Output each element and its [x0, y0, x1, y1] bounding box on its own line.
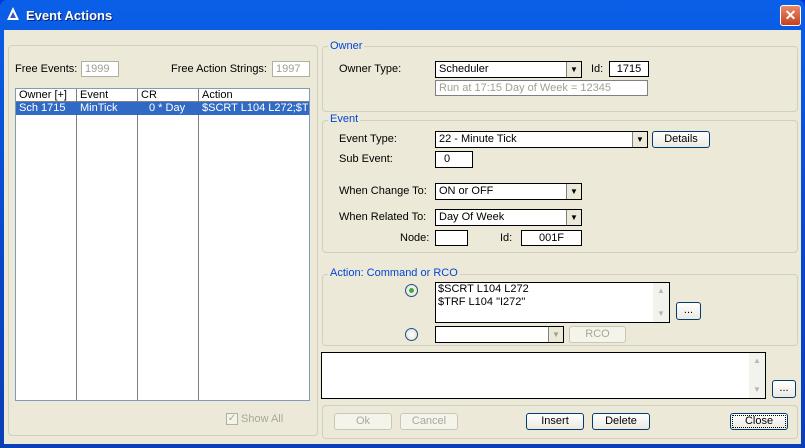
scroll-down-icon[interactable]: ▼ [749, 382, 765, 398]
scroll-up-icon[interactable]: ▲ [653, 283, 669, 299]
sub-event-label: Sub Event: [339, 153, 393, 165]
owner-group-label: Owner [328, 40, 365, 52]
when-change-to-label: When Change To: [339, 185, 427, 197]
cell-cr: 0 * Day [149, 102, 186, 114]
command-ellipsis-button[interactable]: ... [676, 302, 701, 320]
chevron-down-icon[interactable]: ▼ [566, 184, 581, 199]
owner-id-field[interactable]: 1715 [609, 61, 649, 77]
owner-type-label: Owner Type: [339, 63, 402, 75]
comment-textarea[interactable]: ▲ ▼ [321, 352, 766, 399]
owner-type-value: Scheduler [439, 63, 489, 75]
command-line: $TRF L104 "I272" [438, 296, 526, 308]
scrollbar[interactable]: ▲ ▼ [653, 283, 669, 322]
chevron-down-icon[interactable]: ▼ [566, 62, 581, 77]
event-type-label: Event Type: [339, 133, 397, 145]
insert-button[interactable]: Insert [526, 413, 584, 430]
rco-select[interactable]: ▼ [435, 326, 564, 343]
event-id-field[interactable]: 001F [521, 230, 582, 246]
cell-event: MinTick [80, 102, 118, 114]
event-id-label: Id: [500, 232, 513, 244]
free-events-field: 1999 [81, 61, 119, 77]
sub-event-field[interactable]: 0 [435, 151, 473, 168]
when-change-to-select[interactable]: ON or OFF ▼ [435, 183, 582, 200]
action-group-label: Action: Command or RCO [328, 267, 460, 279]
when-related-to-label: When Related To: [339, 211, 427, 223]
table-row[interactable]: Sch 1715 MinTick 0 * Day $SCRT L104 L272… [16, 102, 309, 115]
details-button[interactable]: Details [652, 131, 710, 148]
ok-button[interactable]: Ok [334, 413, 392, 430]
rco-button[interactable]: RCO [569, 326, 626, 343]
chevron-down-icon[interactable]: ▼ [548, 327, 563, 342]
owner-group [322, 46, 798, 112]
node-label: Node: [400, 232, 430, 244]
chevron-down-icon[interactable]: ▼ [632, 132, 647, 147]
show-all-label: Show All [241, 413, 284, 425]
owner-type-select[interactable]: Scheduler ▼ [435, 61, 582, 78]
rco-radio[interactable] [405, 328, 418, 341]
command-radio[interactable] [405, 284, 418, 297]
event-group-label: Event [328, 113, 361, 125]
window-title: Event Actions [26, 8, 113, 23]
event-type-value: 22 - Minute Tick [439, 133, 517, 145]
scrollbar[interactable]: ▲ ▼ [749, 353, 765, 398]
free-action-strings-field: 1997 [272, 61, 310, 77]
owner-id-label: Id: [591, 63, 604, 75]
close-button[interactable]: Close [730, 413, 788, 430]
owner-description-field: Run at 17:15 Day of Week = 12345 [435, 80, 648, 96]
when-change-to-value: ON or OFF [439, 185, 494, 197]
comment-ellipsis-button[interactable]: ... [772, 380, 796, 398]
events-table[interactable]: Owner [+] Event CR Action Sch 1715 MinTi… [15, 88, 310, 401]
chevron-down-icon[interactable]: ▼ [566, 210, 581, 225]
column-header-cr[interactable]: CR [138, 89, 199, 102]
event-actions-window: Event Actions ✕ Free Events: 1999 Free A… [0, 0, 805, 448]
app-icon [7, 7, 19, 20]
free-events-label: Free Events: [15, 63, 78, 75]
column-header-event[interactable]: Event [77, 89, 138, 102]
scroll-down-icon[interactable]: ▼ [653, 306, 669, 322]
column-header-action[interactable]: Action [199, 89, 309, 102]
command-textarea[interactable]: $SCRT L104 L272 $TRF L104 "I272" ▲ ▼ [435, 282, 670, 323]
cell-action: $SCRT L104 L272;$T [202, 102, 308, 114]
scroll-up-icon[interactable]: ▲ [749, 353, 765, 369]
cell-owner: Sch 1715 [19, 102, 66, 114]
free-action-strings-label: Free Action Strings: [171, 63, 267, 75]
command-line: $SCRT L104 L272 [438, 283, 529, 295]
show-all-checkbox[interactable]: ✓ [226, 413, 238, 425]
node-field[interactable] [435, 230, 468, 246]
column-header-owner[interactable]: Owner [+] [16, 89, 77, 102]
title-bar[interactable]: Event Actions ✕ [0, 0, 805, 30]
window-close-button[interactable]: ✕ [780, 5, 801, 26]
event-type-select[interactable]: 22 - Minute Tick ▼ [435, 131, 648, 148]
cancel-button[interactable]: Cancel [400, 413, 458, 430]
delete-button[interactable]: Delete [592, 413, 650, 430]
when-related-to-value: Day Of Week [439, 211, 505, 223]
when-related-to-select[interactable]: Day Of Week ▼ [435, 209, 582, 226]
